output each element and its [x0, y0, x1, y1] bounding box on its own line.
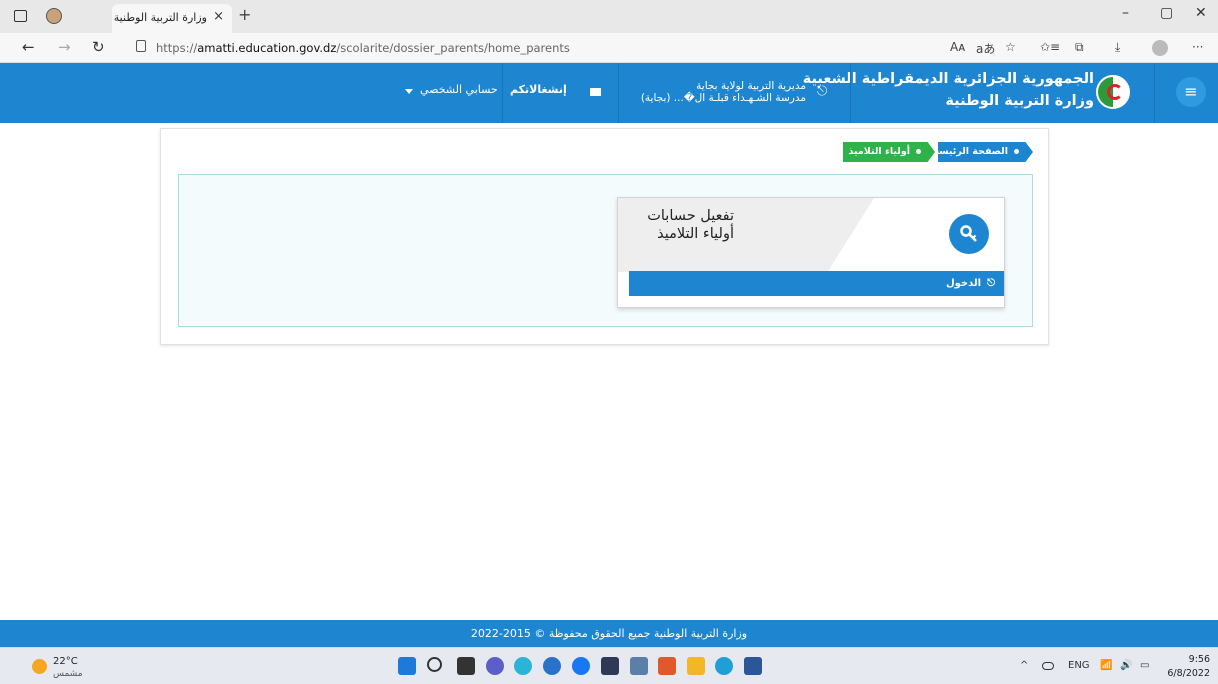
clock-time[interactable]: 9:56 [1180, 654, 1210, 665]
minimize-button[interactable]: – [1122, 5, 1129, 21]
windows-start-icon[interactable] [398, 657, 416, 675]
wifi-icon[interactable]: 📶 [1100, 660, 1112, 671]
translate-icon[interactable]: aあ [976, 40, 995, 57]
profile-icon[interactable] [1152, 40, 1168, 56]
edge-active-icon[interactable] [715, 657, 733, 675]
more-icon[interactable]: ··· [1192, 40, 1203, 54]
downloads-icon[interactable]: ⤓ [1115, 40, 1120, 55]
weather-temperature[interactable]: 22°C [53, 656, 78, 667]
header-divider [850, 63, 851, 123]
republic-title: الجمهورية الجزائرية الديمقراطية الشعبية [802, 71, 1094, 87]
store-icon[interactable] [601, 657, 619, 675]
breadcrumb-home[interactable]: الصفحة الرئيسة [938, 142, 1033, 162]
content-card: الصفحة الرئيسة أولياء التلاميذ تفعيل حسا… [160, 128, 1049, 345]
lock-icon[interactable] [136, 40, 146, 52]
ministry-title: وزارة التربية الوطنية [945, 93, 1094, 109]
search-icon[interactable] [427, 657, 442, 672]
edge-icon[interactable] [514, 657, 532, 675]
collections-icon[interactable]: ⧉ [1075, 40, 1084, 55]
language-indicator[interactable]: ENG [1068, 660, 1090, 671]
key-icon [960, 225, 977, 242]
mail-icon[interactable] [590, 88, 601, 96]
login-button[interactable]: ⎋الدخول [629, 271, 1004, 296]
services-panel: تفعيل حسابات أولياء التلاميذ ⎋الدخول [178, 174, 1033, 327]
browser-toolbar: ← → ↻ https://amatti.education.gov.dz/sc… [0, 33, 1218, 63]
tab-title: وزارة التربية الوطنية [113, 11, 207, 24]
favorites-icon[interactable]: ✩≡ [1040, 40, 1060, 54]
tab-close-icon[interactable]: × [213, 9, 224, 24]
tile-title-line1: تفعيل حسابات [647, 208, 734, 224]
login-arrow-icon: ⎋ [987, 278, 995, 289]
sun-icon[interactable] [32, 659, 47, 674]
menu-icon[interactable]: ≡ [1176, 77, 1206, 107]
restore-button[interactable]: ▢ [1160, 5, 1173, 21]
app-icon[interactable] [630, 657, 648, 675]
onedrive-icon[interactable] [1042, 662, 1054, 670]
clock-date[interactable]: 6/8/2022 [1158, 668, 1210, 679]
browser-tab-strip: وزارة التربية الوطنية × + – ▢ ✕ [0, 0, 1218, 33]
facebook-icon[interactable] [572, 657, 590, 675]
matlab-icon[interactable] [658, 657, 676, 675]
site-footer: وزارة التربية الوطنية جميع الحقوق محفوظة… [0, 620, 1218, 647]
bullet-icon [916, 149, 921, 154]
breadcrumb-parents[interactable]: أولياء التلاميذ [843, 142, 935, 162]
forward-button[interactable]: → [58, 38, 71, 56]
weather-condition: مشمس [53, 669, 83, 679]
concerns-link[interactable]: إنشغالاتكم [510, 83, 567, 103]
parents-activation-tile[interactable]: تفعيل حسابات أولياء التلاميذ ⎋الدخول [617, 197, 1005, 308]
tray-overflow-icon[interactable]: ^ [1020, 660, 1028, 671]
header-divider [502, 63, 503, 123]
sound-icon[interactable]: 🔊 [1120, 660, 1132, 671]
word-icon[interactable] [744, 657, 762, 675]
tab-actions-icon[interactable] [14, 10, 27, 22]
profile-avatar-icon[interactable] [46, 8, 62, 24]
close-window-button[interactable]: ✕ [1195, 5, 1207, 21]
algeria-emblem-logo [1096, 75, 1130, 109]
address-bar[interactable]: https://amatti.education.gov.dz/scolarit… [120, 36, 940, 60]
directorate-arrow-icon[interactable]: ⎋ [817, 84, 827, 99]
key-icon-badge [949, 214, 989, 254]
windows-taskbar: 22°C مشمس ^ ENG 📶 🔊 ▭ 9:56 6/8/2022 [0, 647, 1218, 684]
read-aloud-icon[interactable]: Aᴀ [950, 40, 965, 54]
task-view-icon[interactable] [457, 657, 475, 675]
site-header: ≡ الجمهورية الجزائرية الديمقراطية الشعبي… [0, 63, 1218, 123]
crescent-icon [1107, 84, 1123, 100]
help-icon[interactable] [543, 657, 561, 675]
chat-icon[interactable] [486, 657, 504, 675]
chevron-down-icon[interactable] [405, 89, 413, 94]
bullet-icon [1014, 149, 1019, 154]
file-explorer-icon[interactable] [687, 657, 705, 675]
directorate-name: مديرية التربية لولاية بجاية [696, 80, 806, 92]
favorite-icon[interactable]: ☆ [1005, 40, 1016, 54]
battery-icon[interactable]: ▭ [1140, 660, 1149, 671]
refresh-button[interactable]: ↻ [92, 38, 105, 56]
new-tab-button[interactable]: + [238, 5, 251, 24]
header-divider [618, 63, 619, 123]
tile-title-line2: أولياء التلاميذ [657, 226, 734, 242]
url-text: https://amatti.education.gov.dz/scolarit… [156, 41, 570, 55]
school-name: مدرسة الشـهـداء قبلـة ال�... (بجاية) [640, 92, 806, 104]
header-divider [1154, 63, 1155, 123]
back-button[interactable]: ← [22, 38, 35, 56]
browser-tab[interactable]: وزارة التربية الوطنية × [112, 4, 232, 33]
account-menu[interactable]: حسابي الشخصي [420, 83, 498, 96]
